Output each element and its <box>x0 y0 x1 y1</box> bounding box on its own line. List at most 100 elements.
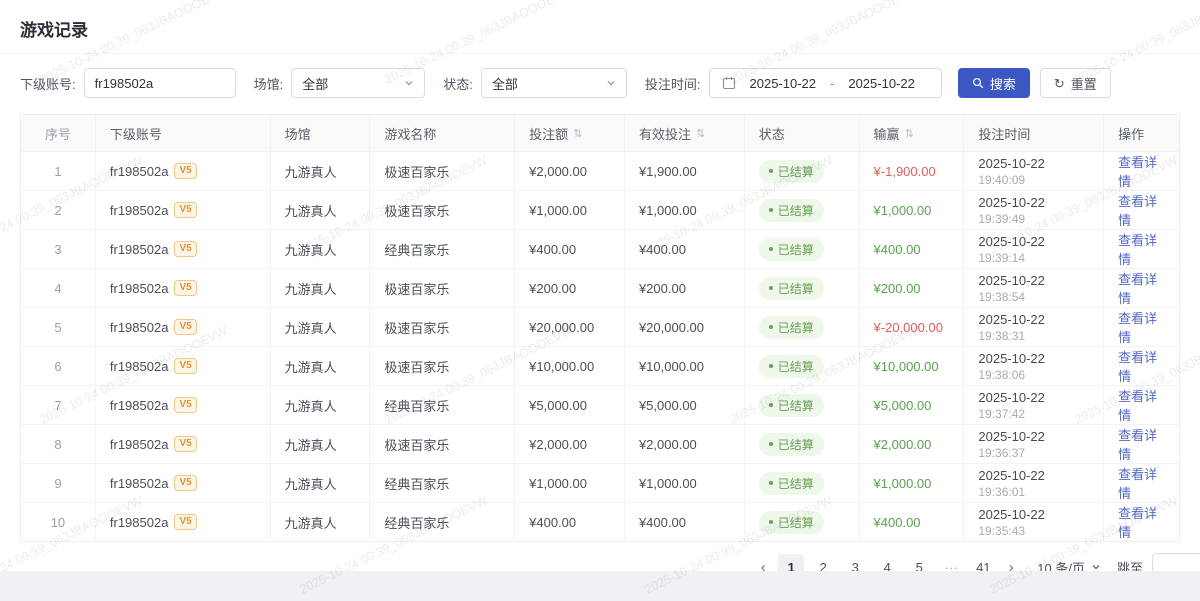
status-text: 已结算 <box>778 436 814 453</box>
status-badge: 已结算 <box>759 238 824 261</box>
view-details-link[interactable]: 查看详情 <box>1118 386 1165 424</box>
cell-action: 查看详情 <box>1104 503 1179 541</box>
view-details-link[interactable]: 查看详情 <box>1118 347 1165 385</box>
cell-valid-bet: ¥1,900.00 <box>625 152 745 190</box>
account-text: fr198502a <box>110 242 169 257</box>
column-header-bet[interactable]: 投注额 ⇅ <box>515 115 625 151</box>
cell-status: 已结算 <box>745 503 860 541</box>
cell-status: 已结算 <box>745 347 860 385</box>
cell-action: 查看详情 <box>1104 425 1179 463</box>
column-header-valid-bet-label: 有效投注 <box>639 124 691 143</box>
status-text: 已结算 <box>778 358 814 375</box>
cell-bet-amount: ¥5,000.00 <box>515 386 625 424</box>
sort-icon[interactable]: ⇅ <box>905 127 914 140</box>
cell-index: 5 <box>21 308 96 346</box>
account-text: fr198502a <box>110 281 169 296</box>
cell-winloss: ¥-20,000.00 <box>860 308 965 346</box>
venue-label: 场馆: <box>254 74 284 93</box>
cell-account: fr198502a V5 <box>96 425 271 463</box>
cell-index: 2 <box>21 191 96 229</box>
cell-game-name: 极速百家乐 <box>370 152 515 190</box>
bet-date-text: 2025-10-22 <box>978 351 1045 367</box>
cell-venue: 九游真人 <box>271 503 371 541</box>
view-details-link[interactable]: 查看详情 <box>1118 464 1165 502</box>
venue-select[interactable]: 全部 <box>291 68 425 98</box>
cell-index: 10 <box>21 503 96 541</box>
vip-level-badge: V5 <box>174 280 196 296</box>
date-range-picker[interactable]: 2025-10-22 - 2025-10-22 <box>709 68 942 98</box>
status-text: 已结算 <box>778 202 814 219</box>
cell-bet-time: 2025-10-22 19:36:37 <box>964 425 1104 463</box>
cell-status: 已结算 <box>745 386 860 424</box>
bet-date-text: 2025-10-22 <box>978 156 1045 172</box>
cell-venue: 九游真人 <box>271 152 371 190</box>
cell-bet-time: 2025-10-22 19:38:06 <box>964 347 1104 385</box>
table-row: 10 fr198502a V5 九游真人 经典百家乐 ¥400.00 ¥400.… <box>21 502 1179 541</box>
cell-valid-bet: ¥400.00 <box>625 230 745 268</box>
column-header-action: 操作 <box>1104 115 1179 151</box>
column-header-winloss[interactable]: 输赢 ⇅ <box>860 115 965 151</box>
column-header-bet-label: 投注额 <box>529 124 568 143</box>
view-details-link[interactable]: 查看详情 <box>1118 269 1165 307</box>
search-icon <box>972 77 984 89</box>
bet-time-text: 19:38:31 <box>978 329 1025 343</box>
cell-game-name: 经典百家乐 <box>370 464 515 502</box>
reset-button[interactable]: ↻ 重置 <box>1040 68 1111 98</box>
cell-action: 查看详情 <box>1104 152 1179 190</box>
status-dot-icon <box>769 247 773 251</box>
cell-status: 已结算 <box>745 152 860 190</box>
sort-icon[interactable]: ⇅ <box>573 127 582 140</box>
cell-winloss: ¥1,000.00 <box>860 464 965 502</box>
cell-action: 查看详情 <box>1104 191 1179 229</box>
table-header: 序号 下级账号 场馆 游戏名称 投注额 ⇅ 有效投注 ⇅ 状态 输赢 ⇅ 投注时… <box>21 115 1179 151</box>
view-details-link[interactable]: 查看详情 <box>1118 425 1165 463</box>
cell-venue: 九游真人 <box>271 191 371 229</box>
table-row: 1 fr198502a V5 九游真人 极速百家乐 ¥2,000.00 ¥1,9… <box>21 151 1179 190</box>
cell-account: fr198502a V5 <box>96 503 271 541</box>
column-header-valid-bet[interactable]: 有效投注 ⇅ <box>625 115 745 151</box>
cell-venue: 九游真人 <box>271 308 371 346</box>
vip-level-badge: V5 <box>174 241 196 257</box>
vip-level-badge: V5 <box>174 397 196 413</box>
table-row: 8 fr198502a V5 九游真人 极速百家乐 ¥2,000.00 ¥2,0… <box>21 424 1179 463</box>
cell-account: fr198502a V5 <box>96 230 271 268</box>
cell-bet-time: 2025-10-22 19:39:49 <box>964 191 1104 229</box>
cell-status: 已结算 <box>745 230 860 268</box>
filter-bet-time: 投注时间: 2025-10-22 - 2025-10-22 <box>645 68 942 98</box>
view-details-link[interactable]: 查看详情 <box>1118 152 1165 190</box>
status-select[interactable]: 全部 <box>481 68 627 98</box>
status-text: 已结算 <box>778 397 814 414</box>
cell-winloss: ¥-1,900.00 <box>860 152 965 190</box>
cell-venue: 九游真人 <box>271 269 371 307</box>
bet-time-text: 19:36:01 <box>978 485 1025 499</box>
view-details-link[interactable]: 查看详情 <box>1118 503 1165 541</box>
search-button[interactable]: 搜索 <box>958 68 1030 98</box>
account-input[interactable] <box>84 68 236 98</box>
cell-bet-time: 2025-10-22 19:36:01 <box>964 464 1104 502</box>
view-details-link[interactable]: 查看详情 <box>1118 230 1165 268</box>
bet-time-label: 投注时间: <box>645 74 701 93</box>
status-badge: 已结算 <box>759 511 824 534</box>
cell-bet-amount: ¥2,000.00 <box>515 425 625 463</box>
vip-level-badge: V5 <box>174 163 196 179</box>
cell-game-name: 极速百家乐 <box>370 308 515 346</box>
status-badge: 已结算 <box>759 472 824 495</box>
table-row: 6 fr198502a V5 九游真人 极速百家乐 ¥10,000.00 ¥10… <box>21 346 1179 385</box>
cell-venue: 九游真人 <box>271 347 371 385</box>
table-row: 5 fr198502a V5 九游真人 极速百家乐 ¥20,000.00 ¥20… <box>21 307 1179 346</box>
cell-valid-bet: ¥10,000.00 <box>625 347 745 385</box>
cell-venue: 九游真人 <box>271 230 371 268</box>
view-details-link[interactable]: 查看详情 <box>1118 191 1165 229</box>
view-details-link[interactable]: 查看详情 <box>1118 308 1165 346</box>
cell-venue: 九游真人 <box>271 425 371 463</box>
cell-index: 4 <box>21 269 96 307</box>
vip-level-badge: V5 <box>174 436 196 452</box>
sort-icon[interactable]: ⇅ <box>696 127 705 140</box>
table-row: 2 fr198502a V5 九游真人 极速百家乐 ¥1,000.00 ¥1,0… <box>21 190 1179 229</box>
status-badge: 已结算 <box>759 394 824 417</box>
status-dot-icon <box>769 325 773 329</box>
cell-bet-amount: ¥400.00 <box>515 230 625 268</box>
cell-bet-amount: ¥10,000.00 <box>515 347 625 385</box>
cell-bet-amount: ¥2,000.00 <box>515 152 625 190</box>
cell-status: 已结算 <box>745 308 860 346</box>
